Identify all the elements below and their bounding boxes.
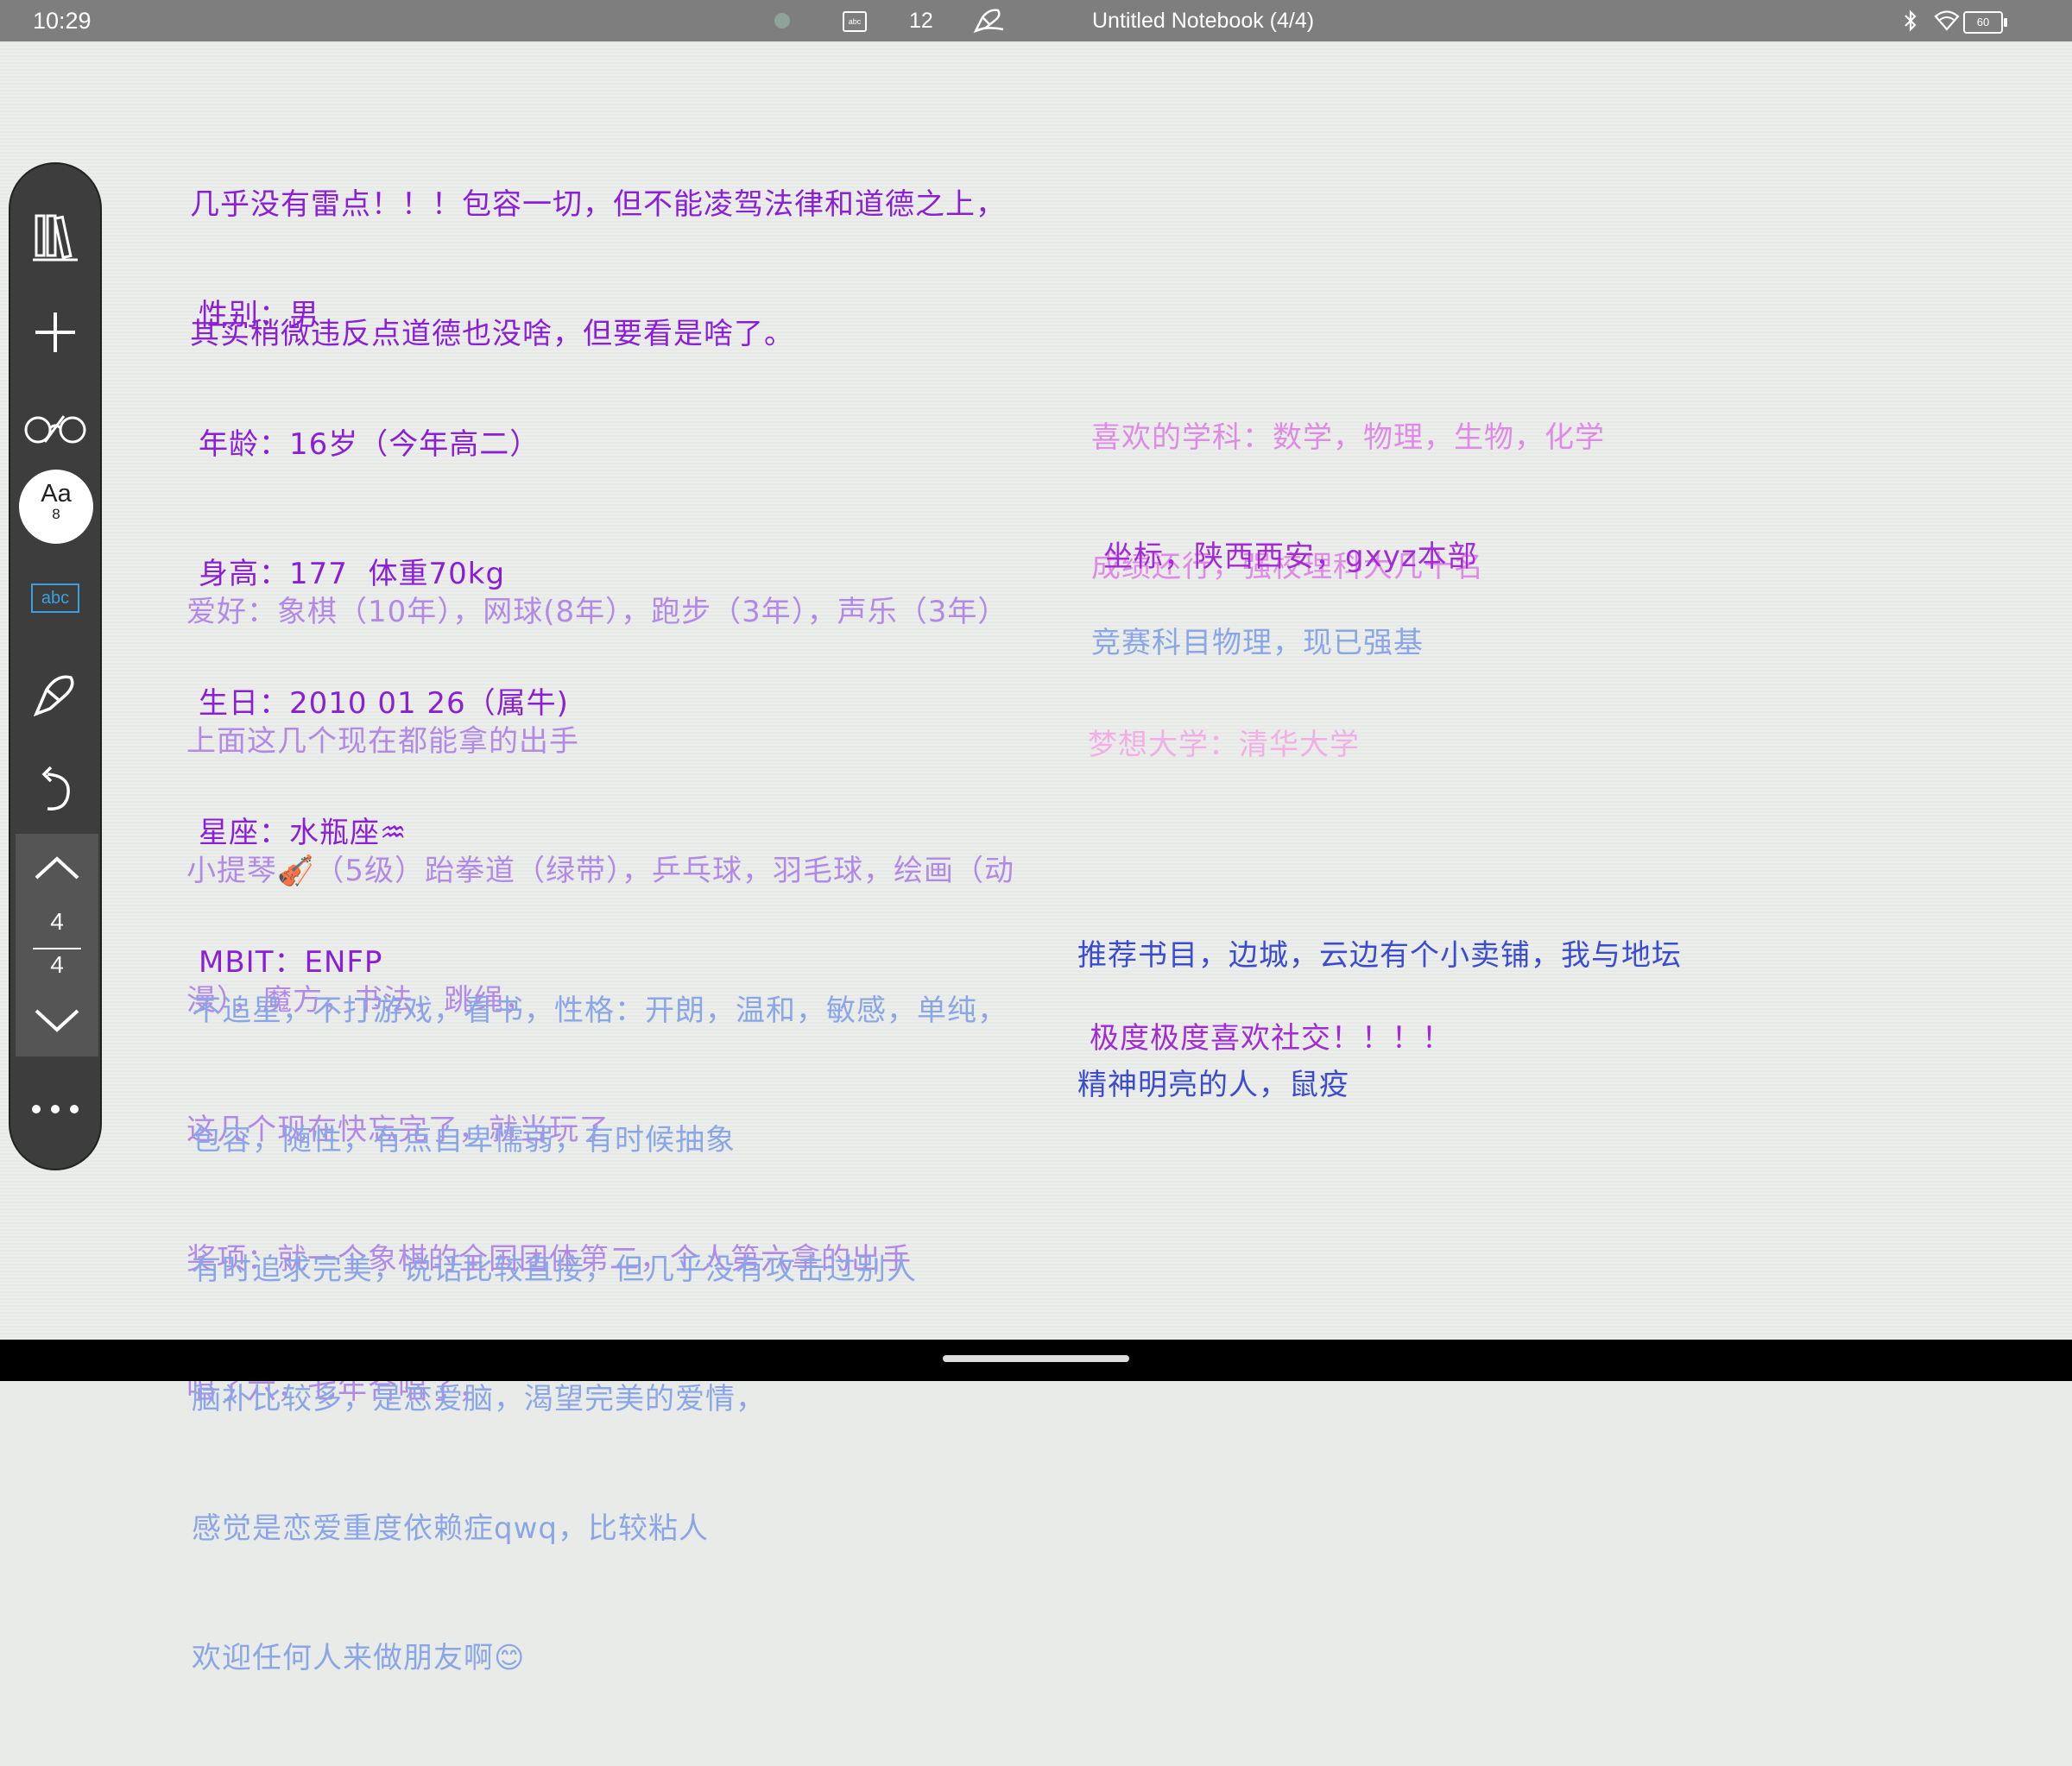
status-bar: 10:29 abc 12 Untitled Notebook (4/4) 60: [0, 0, 2072, 41]
clock: 10:29: [33, 8, 92, 34]
note-line: 喜欢的学科：数学，物理，生物，化学: [1091, 420, 1605, 455]
side-toolbar: Aa 8 abc 4 4: [9, 162, 102, 1170]
library-icon[interactable]: [10, 199, 100, 276]
note-line: 脑补比较多，是恋爱脑，渴望完美的爱情，: [192, 1382, 766, 1416]
undo-icon[interactable]: [10, 751, 100, 829]
notebook-title: Untitled Notebook (4/4): [1092, 9, 1315, 33]
note-line: 欢迎任何人来做朋友啊😊: [192, 1641, 526, 1675]
note-line: 性别：男: [199, 298, 319, 332]
text-recognition-icon[interactable]: abc: [31, 583, 79, 613]
current-page: 4: [50, 908, 64, 935]
wifi-icon: [1934, 10, 1960, 31]
page-navigator: 4 4: [16, 834, 98, 1056]
note-line: 年龄：16岁（今年高二）: [199, 427, 540, 462]
battery-icon: 60: [1963, 11, 2007, 34]
total-pages: 4: [50, 951, 64, 978]
keyboard-icon[interactable]: abc: [843, 11, 867, 32]
bluetooth-icon: [1905, 9, 1917, 32]
home-gesture-handle[interactable]: [943, 1355, 1129, 1362]
font-size-value: 8: [52, 506, 60, 522]
note-line: 包容，随性，有点自卑懦弱，有时候抽象: [192, 1123, 736, 1157]
note-line: 推荐书目，边城，云边有个小卖铺，我与地坛: [1077, 938, 1682, 973]
note-line: 不追星，不打游戏，看书，性格：开朗，温和，敏感，单纯，: [192, 993, 1008, 1028]
note-line: 感觉是恋爱重度依赖症qwq，比较粘人: [192, 1511, 709, 1546]
location-note: 坐标，陕西西安，gxyz本部: [1103, 539, 1478, 574]
page-up-icon[interactable]: [16, 842, 98, 894]
personality-note: 不追星，不打游戏，看书，性格：开朗，温和，敏感，单纯， 包容，随性，有点自卑懦弱…: [192, 903, 1008, 1766]
page-down-icon[interactable]: [16, 994, 98, 1046]
page-divider: [33, 948, 81, 949]
note-line: 上面这几个现在都能拿的出手: [186, 724, 579, 759]
note-line: 爱好：象棋（10年），网球(8年），跑步（3年），声乐（3年）: [186, 595, 1008, 629]
pen-icon[interactable]: [972, 7, 1007, 35]
sync-dot-icon: [774, 13, 790, 28]
competition-note: 竞赛科目物理，现已强基: [1091, 626, 1424, 660]
note-line: 有时追求完美，说话比较直接，但几乎没有攻击过别人: [192, 1252, 917, 1287]
pen-size-indicator[interactable]: 12: [909, 0, 933, 41]
note-line: 小提琴🎻（5级）跆拳道（绿带），乒乓球，羽毛球，绘画（动: [186, 854, 1014, 888]
font-size-button[interactable]: Aa 8: [19, 470, 93, 544]
social-note: 极度极度喜欢社交！！！！: [1090, 1021, 1452, 1056]
dream-note: 梦想大学：清华大学: [1088, 728, 1360, 762]
glasses-icon[interactable]: [10, 387, 100, 464]
add-icon[interactable]: [10, 293, 100, 371]
more-icon[interactable]: [10, 1079, 100, 1139]
navigation-bar: [0, 1340, 2072, 1381]
font-icon: Aa: [41, 480, 72, 508]
notebook-page[interactable]: Aa 8 abc 4 4 几乎没有雷点！！！包容一切，但不能凌驾法律和道德之上，…: [0, 41, 2072, 1675]
lasso-icon[interactable]: [10, 656, 100, 734]
note-line: 精神明亮的人，鼠疫: [1077, 1068, 1349, 1102]
